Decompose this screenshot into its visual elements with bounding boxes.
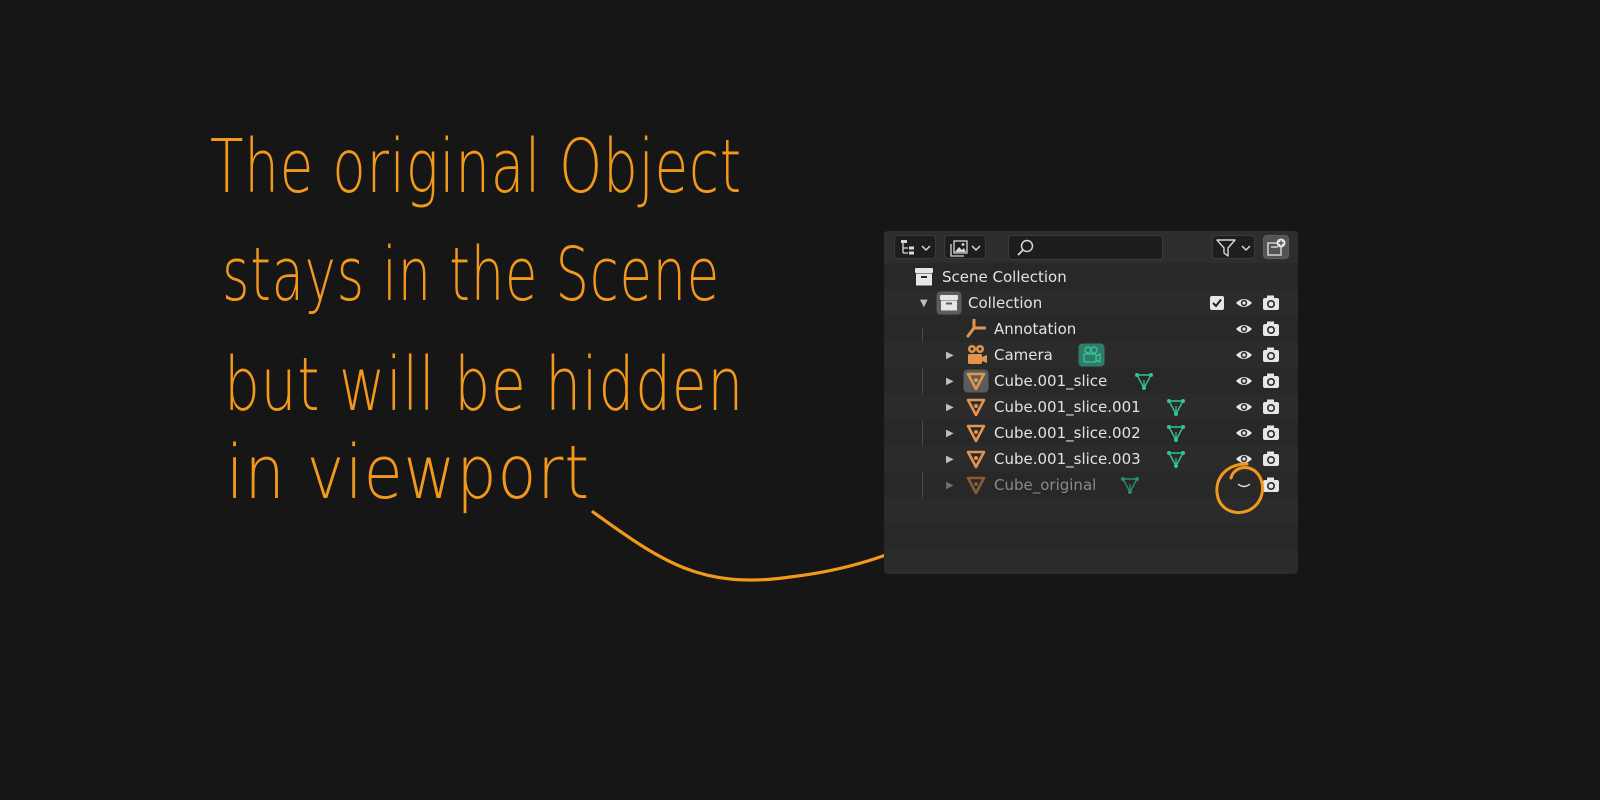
new-collection-icon xyxy=(1267,238,1286,256)
camera-render-icon[interactable] xyxy=(1262,294,1280,312)
eye-icon[interactable] xyxy=(1235,399,1253,415)
outliner-panel: Scene Collection ▼ Collection Annotation… xyxy=(884,231,1298,574)
filter-dropdown[interactable] xyxy=(1212,235,1255,259)
expand-triangle-icon[interactable]: ▶ xyxy=(946,454,954,465)
outliner-row-cube-slice-002[interactable]: ▶ Cube.001_slice.002 xyxy=(884,420,1298,446)
camera-render-icon[interactable] xyxy=(1262,424,1280,442)
camera-render-icon[interactable] xyxy=(1262,372,1280,390)
mesh-object-icon xyxy=(966,424,986,443)
camera-render-icon[interactable] xyxy=(1262,346,1280,364)
scene-collection-label: Scene Collection xyxy=(942,268,1067,286)
expand-triangle-icon[interactable]: ▶ xyxy=(946,376,954,387)
handwritten-note: The original Object stays in the Scene b… xyxy=(210,124,744,516)
camera-data-icon[interactable] xyxy=(1078,343,1105,367)
scene-filter-dropdown[interactable] xyxy=(944,235,986,259)
mesh-data-icon[interactable] xyxy=(1166,450,1186,470)
camera-object-icon xyxy=(968,345,987,364)
item-label-camera: Camera xyxy=(994,346,1053,364)
outliner-row-annotation[interactable]: Annotation xyxy=(884,316,1298,342)
expand-triangle-icon[interactable]: ▶ xyxy=(946,350,954,361)
outliner-row-cube-slice-001[interactable]: ▶ Cube.001_slice.001 xyxy=(884,394,1298,420)
mesh-object-icon xyxy=(966,450,986,469)
empty-row xyxy=(884,524,1298,550)
item-label-cube-slice-003: Cube.001_slice.003 xyxy=(994,450,1141,468)
chevron-down-icon xyxy=(921,245,931,252)
collection-label: Collection xyxy=(968,294,1043,312)
note-line-2: stays in the Scene xyxy=(222,232,720,318)
note-line-3: but will be hidden xyxy=(224,342,744,428)
annotation-layer: The original Object stays in the Scene b… xyxy=(210,124,941,582)
expand-triangle-icon[interactable]: ▼ xyxy=(920,298,928,309)
note-line-1: The original Object xyxy=(210,124,742,210)
chevron-down-icon xyxy=(1241,245,1251,252)
item-label-cube-slice-001: Cube.001_slice.001 xyxy=(994,398,1141,416)
outliner-row-cube-slice[interactable]: ▶ Cube.001_slice xyxy=(884,368,1298,394)
scene-collection-row[interactable]: Scene Collection xyxy=(884,264,1298,290)
item-label-annotation: Annotation xyxy=(994,320,1077,338)
mesh-object-icon xyxy=(966,398,986,417)
outliner-header xyxy=(884,231,1298,263)
item-label-cube-original: Cube_original xyxy=(994,476,1097,494)
mesh-data-icon[interactable] xyxy=(1120,476,1140,496)
empty-row xyxy=(884,550,1298,574)
mesh-data-icon[interactable] xyxy=(1166,398,1186,418)
eye-icon[interactable] xyxy=(1235,425,1253,441)
eye-icon[interactable] xyxy=(1235,347,1253,363)
eye-icon[interactable] xyxy=(1235,321,1253,337)
image-stack-icon xyxy=(950,240,981,257)
filter-icon xyxy=(1216,239,1251,257)
search-icon xyxy=(1017,239,1034,256)
mesh-object-icon xyxy=(963,369,989,393)
mesh-data-icon[interactable] xyxy=(1166,424,1186,444)
expand-triangle-icon[interactable]: ▶ xyxy=(946,480,954,491)
collection-row[interactable]: ▼ Collection xyxy=(884,290,1298,316)
item-label-cube-slice-002: Cube.001_slice.002 xyxy=(994,424,1141,442)
camera-render-icon[interactable] xyxy=(1262,320,1280,338)
scene-collection-icon xyxy=(915,268,933,286)
display-mode-dropdown[interactable] xyxy=(894,235,936,259)
chevron-down-icon xyxy=(971,245,981,252)
outliner-row-camera[interactable]: ▶ Camera xyxy=(884,342,1298,368)
checkbox-icon[interactable] xyxy=(1210,296,1224,310)
annotation-circle xyxy=(1215,462,1265,514)
mesh-data-icon[interactable] xyxy=(1134,372,1154,392)
mesh-object-icon xyxy=(966,476,986,495)
collection-icon xyxy=(936,291,962,315)
note-line-4: in viewport xyxy=(226,430,590,516)
annotation-icon xyxy=(966,319,986,338)
item-label-cube-slice: Cube.001_slice xyxy=(994,372,1108,390)
expand-triangle-icon[interactable]: ▶ xyxy=(946,402,954,413)
expand-triangle-icon[interactable]: ▶ xyxy=(946,428,954,439)
eye-icon[interactable] xyxy=(1235,373,1253,389)
outliner-tree-icon xyxy=(901,240,931,255)
camera-render-icon[interactable] xyxy=(1262,398,1280,416)
search-input[interactable] xyxy=(1008,235,1163,260)
eye-icon[interactable] xyxy=(1235,295,1253,311)
new-collection-button[interactable] xyxy=(1263,235,1289,259)
